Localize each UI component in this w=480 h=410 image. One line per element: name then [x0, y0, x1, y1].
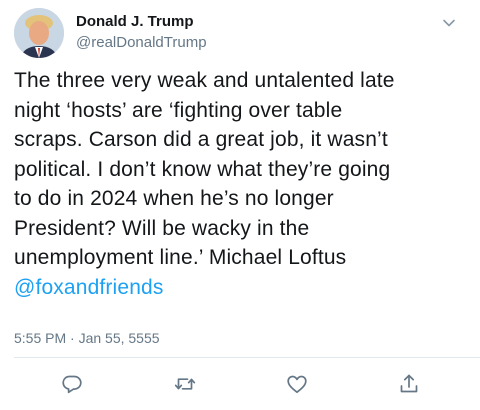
chevron-down-icon: [443, 19, 455, 27]
share-button[interactable]: [397, 372, 421, 396]
author-display-name[interactable]: Donald J. Trump: [76, 13, 194, 30]
tweet-text: The three very weak and untalented late …: [14, 66, 472, 302]
mention-link[interactable]: @foxandfriends: [14, 273, 472, 303]
more-options-button[interactable]: [438, 12, 460, 34]
avatar[interactable]: [14, 8, 64, 58]
author-handle[interactable]: @realDonaldTrump: [76, 34, 207, 51]
tweet-actions: [0, 372, 480, 398]
tweet-text-line: scraps. Carson did a great job, it wasn’…: [14, 128, 388, 151]
reply-icon: [62, 375, 82, 394]
tweet-text-line: The three very weak and untalented late: [14, 69, 395, 92]
tweet-text-line: to do in 2024 when he’s no longer: [14, 187, 334, 210]
tweet-text-line: political. I don’t know what they’re goi…: [14, 157, 391, 181]
retweet-icon: [174, 378, 196, 390]
like-button[interactable]: [285, 372, 309, 396]
tweet-text-line: night ‘hosts’ are ‘fighting over table: [14, 98, 343, 122]
reply-button[interactable]: [60, 372, 84, 396]
like-icon: [287, 375, 307, 394]
tweet-timestamp[interactable]: 5:55 PM · Jan 55, 5555: [14, 330, 160, 346]
tweet-text-line: unemployment line.’ Michael Loftus: [14, 246, 347, 269]
retweet-button[interactable]: [173, 372, 197, 396]
profile-photo-icon: [14, 8, 64, 58]
tweet-text-line: President? Will be wacky in the: [14, 216, 310, 240]
divider: [14, 357, 480, 358]
tweet-card: Donald J. Trump @realDonaldTrump The thr…: [0, 0, 480, 410]
share-icon: [400, 374, 418, 393]
